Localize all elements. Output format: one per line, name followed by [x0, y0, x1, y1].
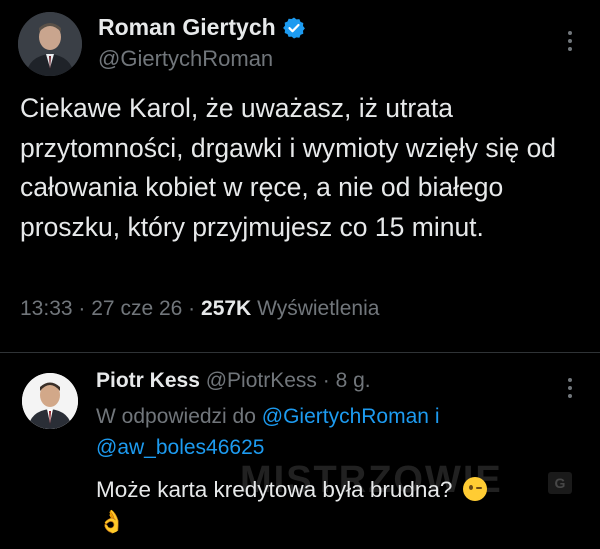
author-avatar[interactable]: [18, 12, 82, 76]
in-reply-to: W odpowiedzi do @GiertychRoman i @aw_bol…: [96, 401, 576, 463]
more-options-icon[interactable]: [558, 373, 582, 403]
views-count[interactable]: 257K: [201, 297, 251, 320]
mention-link[interactable]: @GiertychRoman: [262, 405, 429, 428]
more-options-icon[interactable]: [558, 26, 582, 56]
reply-author-handle[interactable]: @PiotrKess: [206, 369, 317, 392]
verified-badge-icon: [282, 17, 305, 38]
in-reply-prefix: W odpowiedzi do: [96, 405, 256, 428]
mention-join: i: [434, 405, 440, 428]
author-handle[interactable]: @GiertychRoman: [98, 46, 273, 72]
reply-tweet[interactable]: Piotr Kess @PiotrKess · 8 g. W odpowiedz…: [0, 353, 600, 549]
main-tweet[interactable]: Roman Giertych @GiertychRoman Ciekawe Ka…: [0, 0, 600, 352]
author-name-text[interactable]: Roman Giertych: [98, 14, 276, 41]
views-label[interactable]: Wyświetlenia: [257, 297, 379, 320]
reply-text: Może karta kredytowa była brudna?: [96, 474, 586, 505]
author-name[interactable]: Roman Giertych: [98, 14, 306, 41]
person-photo-icon: [18, 12, 82, 76]
meta-separator: ·: [322, 369, 330, 392]
tweet-meta: 13:33 · 27 cze 26 · 257K Wyświetlenia: [20, 297, 379, 321]
mention-link[interactable]: @aw_boles46625: [96, 436, 264, 459]
reply-author-avatar[interactable]: [22, 373, 78, 429]
reply-text-content: Może karta kredytowa była brudna?: [96, 477, 453, 502]
person-photo-icon: [22, 373, 78, 429]
winking-face-emoji-icon: [462, 477, 487, 501]
reply-age[interactable]: 8 g.: [336, 369, 371, 392]
reply-header: Piotr Kess @PiotrKess · 8 g.: [96, 369, 371, 393]
tweet-text: Ciekawe Karol, że uważasz, iż utrata prz…: [20, 93, 557, 242]
meta-separator: ·: [78, 297, 86, 320]
tweet-time[interactable]: 13:33: [20, 297, 73, 320]
reply-author-name[interactable]: Piotr Kess: [96, 369, 200, 392]
tweet-date[interactable]: 27 cze 26: [91, 297, 182, 320]
meta-separator: ·: [188, 297, 196, 320]
ok-hand-emoji-icon: 👌: [98, 510, 126, 535]
